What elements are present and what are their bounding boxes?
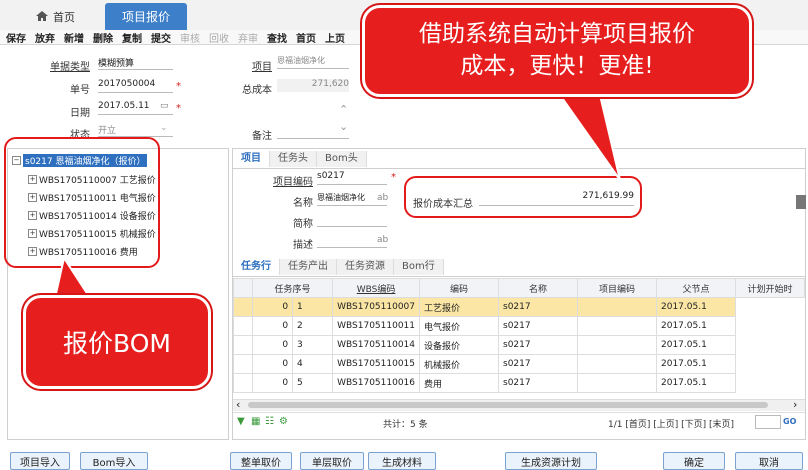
cost-callout: 借助系统自动计算项目报价 成本，更快！更准! [362, 5, 752, 97]
callout-line-1: 借助系统自动计算项目报价 [419, 21, 695, 47]
callout-line-2: 成本，更快！更准! [460, 53, 654, 79]
bom-callout: 报价BOM [23, 295, 211, 389]
bom-callout-label: 报价BOM [63, 329, 171, 358]
